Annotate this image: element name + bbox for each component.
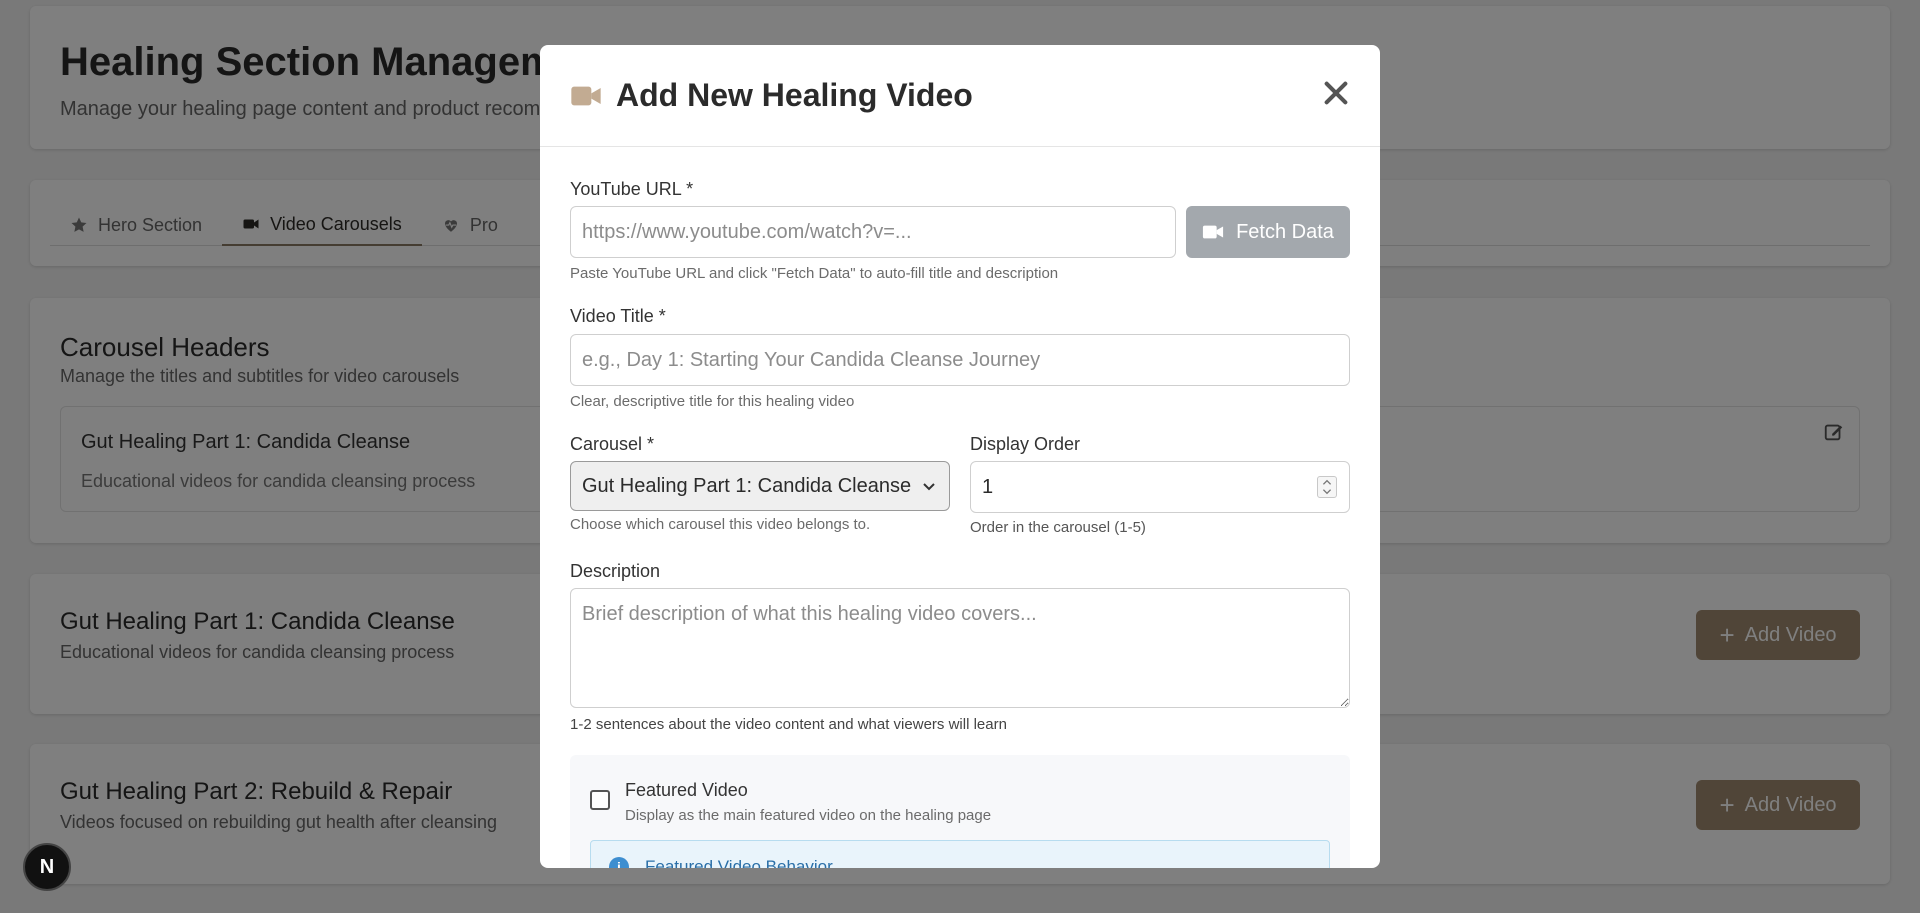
carousel-select[interactable]: Gut Healing Part 1: Candida Cleanse [570,461,950,511]
number-spinner[interactable] [1317,476,1337,498]
modal-title: Add New Healing Video [570,77,973,114]
youtube-url-help: Paste YouTube URL and click "Fetch Data"… [570,265,1059,282]
carousel-help: Choose which carousel this video belongs… [570,516,871,533]
modal-title-text: Add New Healing Video [616,77,973,113]
video-camera-icon [1202,225,1224,239]
carousel-selected-value: Gut Healing Part 1: Candida Cleanse [582,474,912,497]
display-order-value: 1 [982,475,994,498]
display-order-help: Order in the carousel (1-5) [970,519,1146,536]
spinner-arrows-icon [1322,479,1332,495]
video-camera-icon [571,86,601,105]
close-icon[interactable] [1322,79,1350,107]
chevron-down-icon [923,483,935,491]
featured-checkbox[interactable] [590,790,610,810]
carousel-label: Carousel * [570,434,655,454]
featured-label: Featured Video [625,780,748,800]
display-order-label: Display Order [970,434,1081,454]
modal-header: Add New Healing Video [540,45,1380,147]
youtube-url-label: YouTube URL * [570,179,694,199]
fetch-data-button[interactable]: Fetch Data [1186,206,1350,258]
info-icon: i [609,857,629,868]
add-video-modal: Add New Healing Video YouTube URL * Fetc… [540,45,1380,868]
description-textarea[interactable] [570,588,1350,708]
video-title-help: Clear, descriptive title for this healin… [570,393,855,410]
featured-help: Display as the main featured video on th… [625,807,992,824]
badge-letter: N [39,855,55,878]
featured-info-alert: i Featured Video Behavior [590,840,1330,868]
fetch-data-label: Fetch Data [1236,220,1334,243]
display-order-input[interactable]: 1 [970,461,1350,513]
dev-tools-badge[interactable]: N [23,843,71,891]
video-title-label: Video Title * [570,306,666,326]
description-help: 1-2 sentences about the video content an… [570,716,1007,733]
featured-info-title: Featured Video Behavior [645,857,833,868]
youtube-url-input[interactable] [570,206,1176,258]
featured-video-section: Featured Video Display as the main featu… [570,755,1350,868]
video-title-input[interactable] [570,334,1350,386]
description-label: Description [570,561,661,581]
